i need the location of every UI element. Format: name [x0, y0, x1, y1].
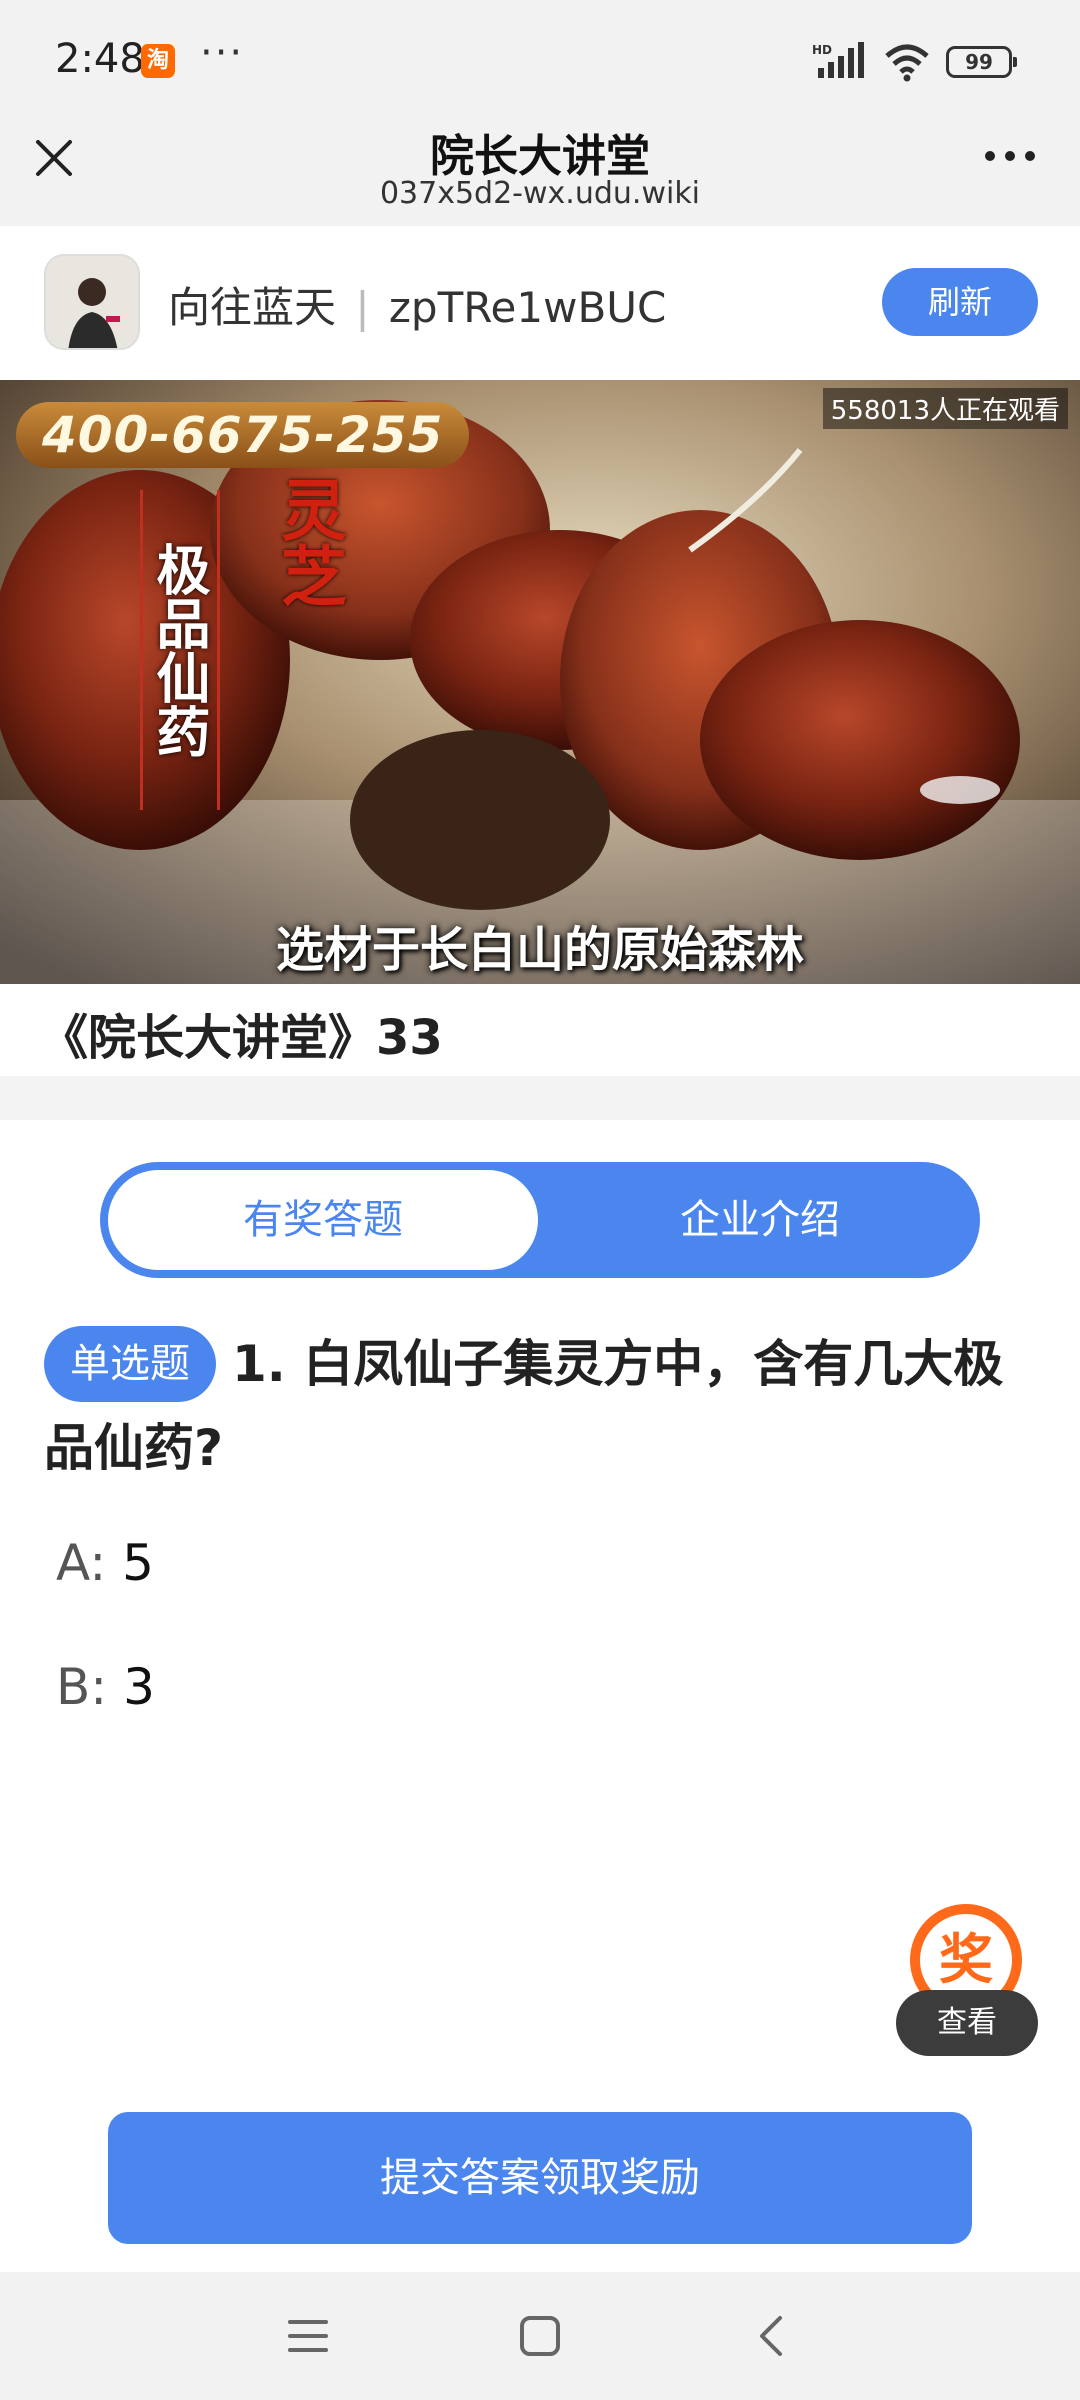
course-title: 《院长大讲堂》33: [40, 1010, 443, 1066]
browser-title-bar: 院长大讲堂 037x5d2-wx.udu.wiki: [0, 120, 1080, 226]
menu-icon[interactable]: [284, 2312, 332, 2360]
option-a[interactable]: A: 5: [56, 1534, 154, 1592]
question-type-badge: 单选题: [44, 1325, 216, 1402]
view-reward-button[interactable]: 查看: [896, 1990, 1038, 2056]
user-id: zpTRe1wBUC: [388, 283, 667, 332]
option-letter: A:: [56, 1534, 107, 1592]
user-nickname: 向往蓝天: [168, 283, 337, 332]
tab-quiz[interactable]: 有奖答题: [108, 1170, 538, 1270]
svg-text:HD: HD: [812, 43, 832, 57]
video-vertical-title: 极品仙药: [140, 490, 220, 810]
system-nav-bar: [0, 2272, 1080, 2400]
hotline-label: 400-6675-255: [16, 402, 470, 468]
viewer-count: 558013人正在观看: [822, 388, 1068, 429]
name-divider: |: [355, 283, 370, 332]
status-bar: 2:48 淘 ··· HD 99: [0, 0, 1080, 120]
option-letter: B:: [56, 1658, 108, 1716]
avatar: [44, 254, 140, 350]
section-divider: [0, 1076, 1080, 1120]
more-options-icon[interactable]: [980, 136, 1040, 176]
page-url: 037x5d2-wx.udu.wiki: [379, 176, 701, 211]
taobao-notification-icon: 淘: [141, 44, 175, 78]
video-subtitle: 选材于长白山的原始森林: [275, 922, 804, 978]
option-value: 5: [122, 1534, 154, 1592]
status-time: 2:48: [55, 36, 145, 82]
more-notifications-icon: ···: [200, 30, 245, 76]
option-b[interactable]: B: 3: [56, 1658, 155, 1716]
page-title: 院长大讲堂: [430, 131, 650, 182]
question: 单选题 1. 白凤仙子集灵方中，含有几大极品仙药?: [44, 1322, 1044, 1490]
profile-row: 向往蓝天 | zpTRe1wBUC 刷新: [0, 226, 1080, 380]
back-icon[interactable]: [748, 2312, 796, 2360]
tab-company-intro[interactable]: 企业介绍: [540, 1162, 980, 1278]
video-player[interactable]: 400-6675-255 558013人正在观看 极品仙药 灵芝 选材于长白山的…: [0, 380, 1080, 984]
battery-icon: 99: [946, 46, 1017, 78]
home-icon[interactable]: [516, 2312, 564, 2360]
option-value: 3: [123, 1658, 155, 1716]
status-icons: HD 99: [812, 40, 1017, 84]
wifi-icon: [885, 44, 929, 82]
signal-icon: HD: [812, 42, 864, 78]
refresh-button[interactable]: 刷新: [882, 268, 1038, 336]
video-brand-text: 灵芝: [270, 476, 347, 608]
tab-bar: 有奖答题 企业介绍: [100, 1162, 980, 1278]
profile-name: 向往蓝天 | zpTRe1wBUC: [168, 274, 666, 335]
submit-answer-button[interactable]: 提交答案领取奖励: [108, 2112, 972, 2244]
